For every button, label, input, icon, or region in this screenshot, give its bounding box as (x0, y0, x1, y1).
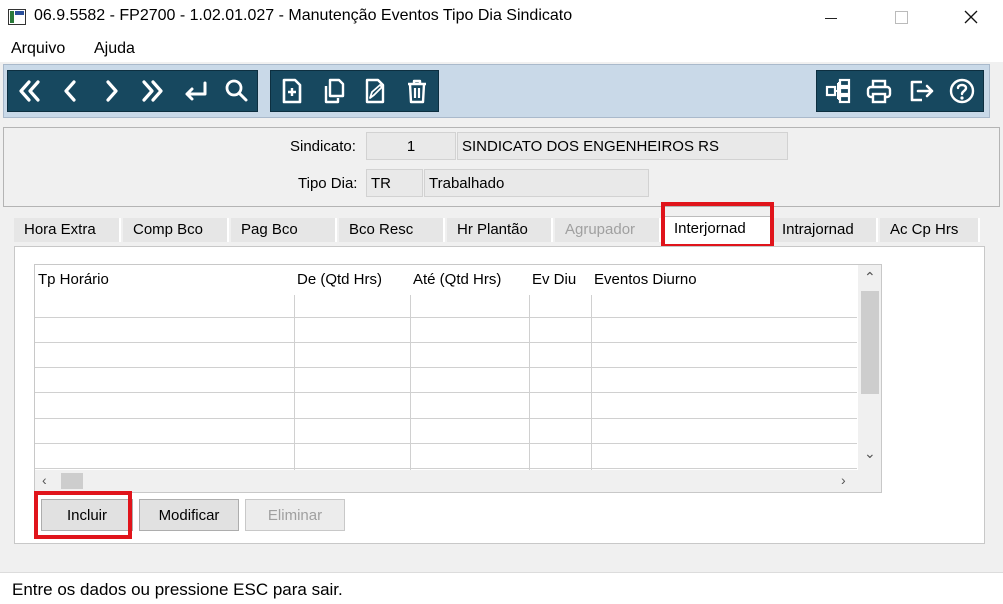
first-record-icon (19, 80, 40, 102)
last-record-icon (142, 80, 163, 102)
title-bar: 06.9.5582 - FP2700 - 1.02.01.027 - Manut… (0, 0, 1003, 34)
enter-button[interactable] (174, 71, 216, 111)
exit-icon (910, 80, 934, 102)
menu-item-ajuda[interactable]: Ajuda (94, 40, 135, 58)
new-document-icon (282, 78, 302, 104)
sindicato-label: Sindicato: (290, 138, 356, 155)
grid-row-divider (35, 342, 857, 343)
menu-bar: Arquivo Ajuda (0, 34, 1003, 62)
interjornad-panel: Tp Horário De (Qtd Hrs) Até (Qtd Hrs) Ev… (14, 246, 985, 544)
tab-interjornad[interactable]: Interjornad (663, 216, 771, 244)
edit-toolbar-group (270, 70, 439, 112)
column-header-de-qtd-hrs[interactable]: De (Qtd Hrs) (297, 271, 382, 288)
vertical-scroll-thumb[interactable] (861, 291, 879, 394)
minimize-button[interactable] (808, 0, 854, 34)
scroll-down-icon[interactable]: ⌄ (864, 445, 876, 462)
app-icon (8, 9, 26, 25)
new-document-button[interactable] (271, 71, 313, 111)
grid-row-divider (35, 367, 857, 368)
tree-structure-icon (825, 78, 850, 104)
grid-row-divider (35, 418, 857, 419)
utility-toolbar-group (816, 70, 984, 112)
sindicato-code-field[interactable]: 1 (366, 132, 456, 160)
tab-comp-bco[interactable]: Comp Bco (123, 218, 229, 242)
close-button[interactable] (948, 0, 994, 34)
scroll-left-icon[interactable]: ‹ (42, 472, 47, 488)
incluir-button[interactable]: Incluir (41, 499, 133, 531)
tipo-dia-name-field: Trabalhado (424, 169, 649, 197)
print-icon (867, 79, 892, 104)
tab-ac-cp-hrs[interactable]: Ac Cp Hrs (880, 218, 980, 242)
edit-document-button[interactable] (355, 71, 397, 111)
minimize-icon (825, 17, 837, 19)
column-header-ate-qtd-hrs[interactable]: Até (Qtd Hrs) (413, 271, 501, 288)
help-button[interactable] (942, 71, 984, 111)
maximize-icon (894, 10, 908, 24)
last-record-button[interactable] (133, 71, 175, 111)
next-record-icon (106, 80, 118, 102)
column-header-tp-horario[interactable]: Tp Horário (38, 271, 109, 288)
grid-header: Tp Horário De (Qtd Hrs) Até (Qtd Hrs) Ev… (35, 265, 857, 295)
close-icon (964, 10, 978, 24)
previous-record-button[interactable] (50, 71, 92, 111)
window-title: 06.9.5582 - FP2700 - 1.02.01.027 - Manut… (34, 7, 573, 24)
header-panel: Sindicato: 1 SINDICATO DOS ENGENHEIROS R… (3, 127, 1000, 207)
scroll-up-icon[interactable]: ⌃ (864, 269, 876, 286)
toolbar (3, 64, 990, 118)
edit-document-icon (366, 78, 385, 104)
horizontal-scrollbar[interactable]: ‹ › (35, 470, 881, 492)
column-header-ev-diu[interactable]: Ev Diu (532, 271, 576, 288)
tab-bar: Hora Extra Comp Bco Pag Bco Bco Resc Hr … (14, 214, 984, 246)
delete-icon (408, 79, 427, 104)
menu-item-arquivo[interactable]: Arquivo (11, 40, 65, 58)
tab-pag-bco[interactable]: Pag Bco (231, 218, 337, 242)
search-icon (225, 79, 248, 102)
tab-bco-resc[interactable]: Bco Resc (339, 218, 445, 242)
scroll-right-icon[interactable]: › (841, 472, 846, 488)
sindicato-name-field: SINDICATO DOS ENGENHEIROS RS (457, 132, 788, 160)
modificar-button[interactable]: Modificar (139, 499, 239, 531)
tab-hora-extra[interactable]: Hora Extra (14, 218, 121, 242)
grid-row-divider (35, 468, 857, 469)
copy-document-icon (324, 78, 344, 104)
tab-agrupador: Agrupador (555, 218, 661, 242)
help-icon (950, 78, 975, 104)
enter-icon (185, 81, 207, 101)
grid-row-divider (35, 317, 857, 318)
vertical-scrollbar[interactable]: ⌃ ⌄ (858, 265, 881, 470)
copy-document-button[interactable] (313, 71, 355, 111)
search-button[interactable] (216, 71, 258, 111)
tab-hr-plantao[interactable]: Hr Plantão (447, 218, 553, 242)
horizontal-scroll-thumb[interactable] (61, 473, 83, 489)
tipo-dia-code-field[interactable]: TR (366, 169, 423, 197)
first-record-button[interactable] (8, 71, 50, 111)
status-message: Entre os dados ou pressione ESC para sai… (12, 580, 343, 599)
maximize-button[interactable] (878, 0, 924, 34)
status-bar: Entre os dados ou pressione ESC para sai… (0, 572, 1003, 604)
grid-row-divider (35, 443, 857, 444)
navigation-toolbar-group (7, 70, 258, 112)
delete-button[interactable] (396, 71, 438, 111)
exit-button[interactable] (900, 71, 942, 111)
grid-row-divider (35, 392, 857, 393)
column-header-eventos-diurno[interactable]: Eventos Diurno (594, 271, 697, 288)
tipo-dia-label: Tipo Dia: (298, 175, 358, 192)
print-button[interactable] (859, 71, 901, 111)
events-grid[interactable]: Tp Horário De (Qtd Hrs) Até (Qtd Hrs) Ev… (34, 264, 882, 493)
previous-record-icon (64, 80, 76, 102)
next-record-button[interactable] (91, 71, 133, 111)
tab-intrajornad[interactable]: Intrajornad (772, 218, 878, 242)
tree-structure-button[interactable] (817, 71, 859, 111)
eliminar-button: Eliminar (245, 499, 345, 531)
